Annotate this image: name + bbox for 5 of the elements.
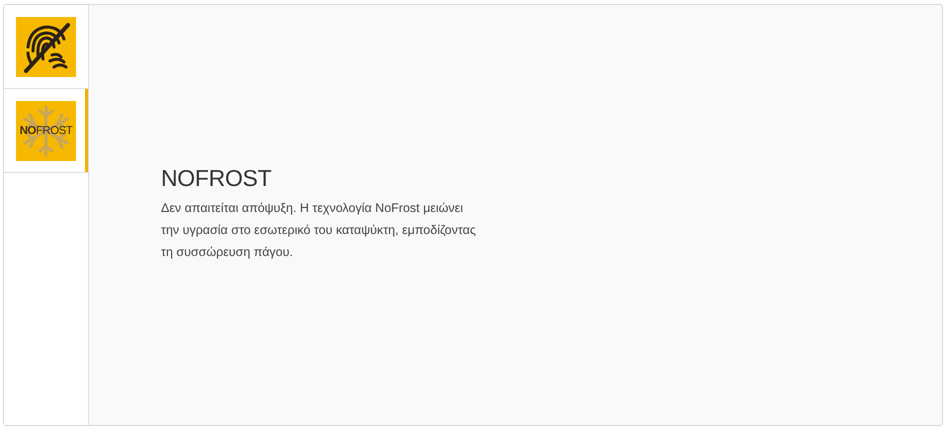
nofrost-logo: NOFROST — [16, 100, 76, 160]
fingerprint-off-icon — [16, 16, 76, 76]
feature-title: NOFROST — [161, 164, 272, 193]
feature-tab[interactable]: NOFROST — [4, 89, 88, 172]
feature-description: Δεν απαιτείται απόψυξη. Η τεχνολογία NoFrost μειώνει την υγρασία στο εσωτερικό του καταψύκτη, εμποδίζοντας τη συσσώρευση πάγου. — [161, 200, 477, 261]
